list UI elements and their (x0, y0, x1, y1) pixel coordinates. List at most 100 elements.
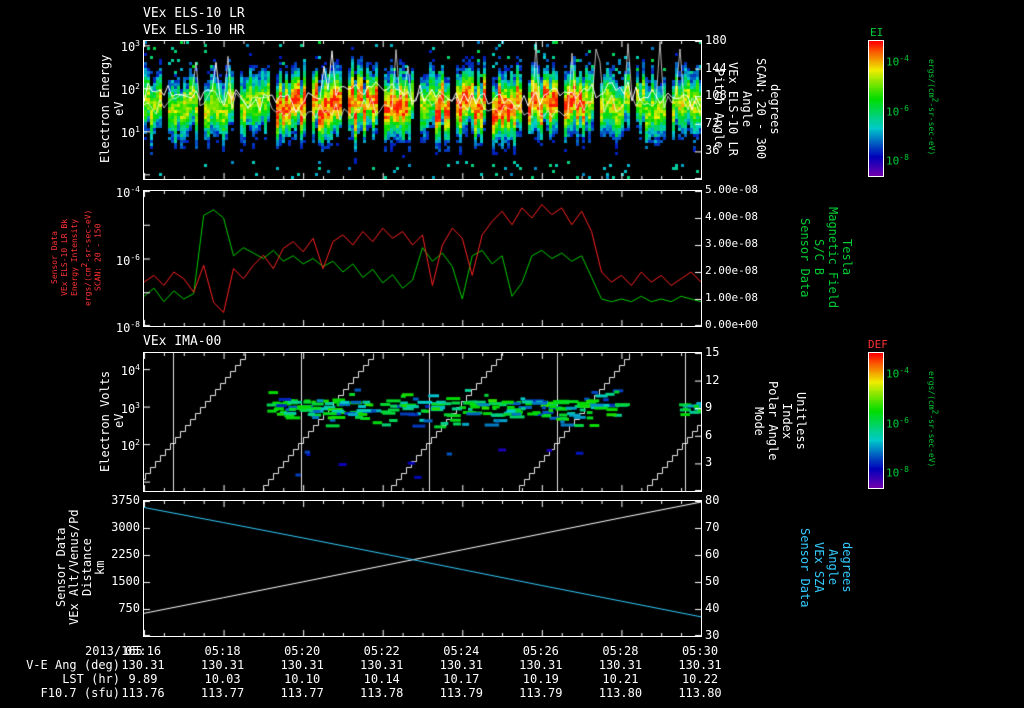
ima-colorbar (868, 352, 884, 489)
table-row-label: F10.7 (sfu) (40, 686, 120, 700)
els-y-axis-label: Electron Energy eV (98, 54, 126, 164)
table-cell: 113.77 (280, 686, 324, 700)
tick-label: 80 (705, 493, 720, 507)
table-cell: 113.78 (360, 686, 404, 700)
table-cell: 130.31 (598, 658, 643, 672)
intensity-line-panel (143, 190, 702, 327)
table-cell: 113.79 (519, 686, 563, 700)
tick-label: 108 (705, 88, 727, 103)
els-spectrogram-canvas (144, 41, 701, 179)
altitude-y-axis-label: Sensor Data VEx Alt/Venus/Pd Distance km (54, 509, 107, 626)
tick-label: 2250 (111, 547, 140, 561)
tick-label: 103 (120, 400, 140, 416)
els-colorbar (868, 40, 884, 177)
tick-label: 180 (705, 33, 727, 47)
els-colorbar-canvas (869, 41, 883, 176)
x-tick-label: 05:18 (204, 644, 241, 658)
tick-label: 9 (705, 400, 713, 415)
colorbar-tick-label: 10-8 (886, 153, 909, 169)
x-tick-label: 05:22 (363, 644, 400, 658)
tick-label: 3 (705, 455, 713, 470)
table-cell: 130.31 (439, 658, 483, 672)
table-cell: 10.21 (602, 672, 639, 686)
tick-label: 2.00e-08 (705, 264, 758, 277)
table-cell: 113.77 (200, 686, 245, 700)
table-cell: 113.80 (598, 686, 643, 700)
panel1-title-line1: VEx ELS-10 LR (143, 6, 245, 21)
tick-label: 750 (118, 601, 140, 615)
tick-label: 3750 (111, 493, 140, 507)
tick-label: 5.00e-08 (705, 183, 758, 196)
table-cell: 10.22 (681, 672, 719, 686)
sza-right-axis-label: Sensor Data VEx SZA Angle degrees (798, 527, 854, 608)
x-tick-label: 05:24 (443, 644, 480, 658)
table-row-label: LST (hr) (62, 672, 120, 686)
intensity-y-axis-label: Sensor Data VEx ELS-10 LR Bk Energy Inte… (50, 209, 103, 306)
table-cell: 113.76 (121, 686, 165, 700)
bfield-right-axis-label: Sensor Data S/C B Magnetic Field Tesla (798, 206, 854, 309)
tick-label: 36 (705, 143, 720, 158)
table-cell: 10.17 (443, 672, 480, 686)
ima-colorbar-units-label: ergs/(cm2-sr-sec-eV) (927, 371, 940, 468)
ima-colorbar-title: DEF (868, 338, 888, 351)
tick-label: 12 (705, 372, 720, 387)
table-cell: 130.31 (200, 658, 245, 672)
table-cell: 130.31 (121, 658, 165, 672)
tick-label: 0.00e+00 (705, 318, 758, 331)
panel3-title: VEx IMA-00 (143, 334, 222, 349)
tick-label: 30 (705, 628, 720, 642)
tick-label: 10-4 (115, 185, 140, 200)
x-tick-label: 05:30 (681, 644, 719, 658)
ima-spectrogram-panel (143, 352, 702, 492)
table-cell: 9.89 (128, 672, 158, 686)
tick-label: 3000 (111, 520, 140, 534)
tick-label: 3.00e-08 (705, 237, 758, 250)
plot-page: VEx ELS-10 LR VEx ELS-10 HR VEx IMA-00 E… (0, 0, 1024, 708)
ima-spectrogram-canvas (144, 353, 701, 491)
tick-label: 15 (705, 345, 720, 359)
colorbar-tick-label: 10-4 (886, 365, 909, 381)
tick-label: 144 (705, 60, 727, 75)
x-tick-label: 05:20 (284, 644, 321, 658)
table-cell: 130.31 (519, 658, 563, 672)
x-tick-label: 05:28 (602, 644, 639, 658)
tick-label: 101 (120, 125, 140, 141)
tick-label: 10-8 (115, 320, 140, 335)
tick-label: 4.00e-08 (705, 210, 758, 223)
colorbar-tick-label: 10-6 (886, 415, 909, 431)
tick-label: 1.00e-08 (705, 291, 758, 304)
colorbar-tick-label: 10-4 (886, 53, 909, 69)
tick-label: 104 (120, 363, 140, 379)
tick-label: 40 (705, 601, 720, 615)
table-cell: 10.10 (284, 672, 321, 686)
table-cell: 130.31 (280, 658, 324, 672)
tick-label: 102 (120, 438, 140, 454)
intensity-line-canvas (144, 191, 701, 326)
tick-label: 72 (705, 115, 720, 130)
ephemeris-line-canvas (144, 501, 701, 636)
tick-label: 70 (705, 520, 720, 534)
ima-colorbar-canvas (869, 353, 883, 488)
els-colorbar-title: EI (870, 26, 884, 39)
tick-label: 102 (120, 82, 140, 98)
els-spectrogram-panel (143, 40, 702, 180)
x-tick-label: 05:26 (522, 644, 559, 658)
x-tick-label: 05:16 (124, 644, 162, 658)
tick-label: 10-6 (115, 252, 140, 268)
table-cell: 113.79 (439, 686, 483, 700)
tick-label: 50 (705, 574, 720, 588)
panel1-title-line2: VEx ELS-10 HR (143, 23, 245, 38)
table-cell: 113.80 (678, 686, 722, 700)
els-colorbar-units-label: ergs/(cm2-sr-sec-eV) (927, 59, 940, 156)
table-cell: 10.14 (363, 672, 400, 686)
table-cell: 130.31 (360, 658, 404, 672)
table-cell: 130.31 (678, 658, 722, 672)
colorbar-tick-label: 10-6 (886, 103, 909, 119)
colorbar-tick-label: 10-8 (886, 465, 909, 481)
tick-label: 6 (705, 427, 713, 442)
tick-label: 60 (705, 547, 720, 561)
ephemeris-line-panel (143, 500, 702, 637)
ima-right-axis-label: Mode Polar Angle Index Unitless (752, 381, 808, 461)
tick-label: 1500 (111, 574, 140, 588)
tick-label: 103 (120, 39, 140, 55)
